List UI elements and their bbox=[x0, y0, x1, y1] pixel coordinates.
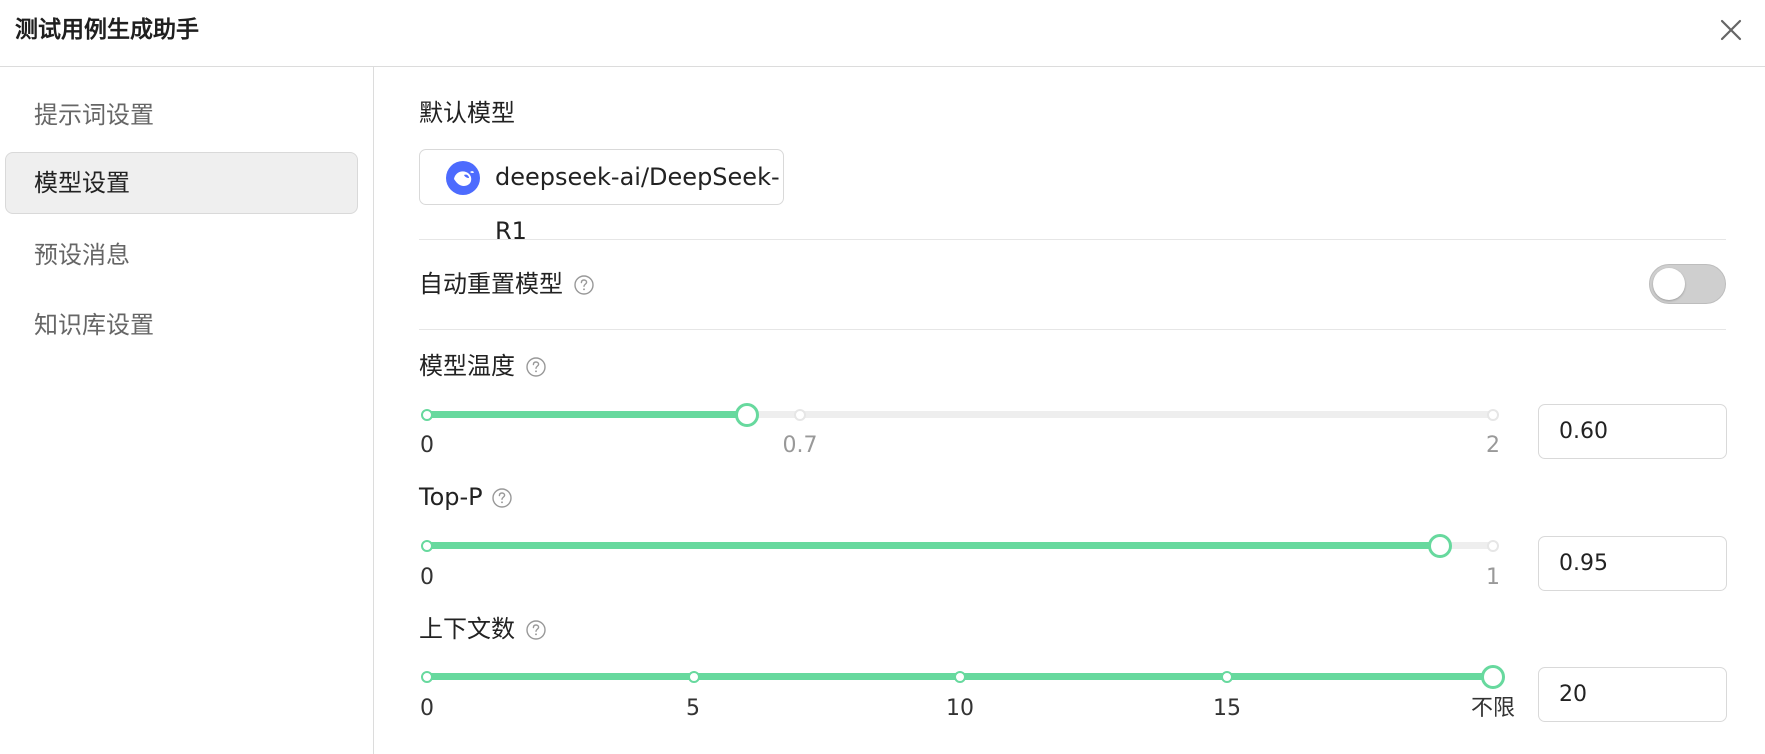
default-model-label: 默认模型 bbox=[419, 99, 515, 127]
deepseek-logo-icon bbox=[446, 161, 480, 195]
temperature-slider-handle[interactable] bbox=[734, 403, 759, 427]
slider-mark-dot bbox=[1220, 671, 1233, 683]
slider-mark-dot bbox=[1487, 540, 1499, 552]
auto-reset-label: 自动重置模型 bbox=[419, 270, 563, 298]
slider-mark-dot bbox=[421, 409, 433, 421]
slider-mark-label: 10 bbox=[946, 696, 974, 721]
close-icon[interactable] bbox=[1714, 13, 1748, 47]
model-name: deepseek-ai/DeepSeek-R1 bbox=[495, 163, 780, 245]
slider-mark-label: 2 bbox=[1486, 433, 1500, 458]
sidebar-item-prompt-settings[interactable]: 提示词设置 bbox=[5, 84, 358, 146]
sidebar-item-label: 模型设置 bbox=[34, 169, 130, 197]
context-count-slider[interactable] bbox=[421, 662, 1505, 692]
divider bbox=[419, 329, 1726, 330]
context-count-input[interactable] bbox=[1538, 667, 1727, 722]
slider-mark-dot bbox=[794, 409, 807, 421]
help-icon[interactable] bbox=[573, 274, 595, 296]
auto-reset-toggle[interactable] bbox=[1649, 264, 1726, 304]
slider-mark-label: 0 bbox=[420, 696, 434, 721]
slider-track bbox=[427, 542, 1440, 549]
slider-mark-label: 0.7 bbox=[782, 433, 818, 458]
top-p-input[interactable] bbox=[1538, 536, 1727, 591]
model-settings-panel: 默认模型 deepseek-ai/DeepSeek-R1 自动重置模型 模型温度… bbox=[375, 67, 1765, 754]
slider-mark-label: 不限 bbox=[1470, 696, 1516, 721]
slider-mark-dot bbox=[1487, 409, 1499, 421]
help-icon[interactable] bbox=[525, 356, 547, 378]
sidebar-item-model-settings[interactable]: 模型设置 bbox=[5, 152, 358, 214]
help-icon[interactable] bbox=[491, 487, 513, 509]
context-count-slider-handle[interactable] bbox=[1481, 665, 1505, 689]
slider-mark-dot bbox=[421, 671, 433, 683]
help-icon[interactable] bbox=[525, 619, 547, 641]
top-p-slider-handle[interactable] bbox=[1427, 534, 1452, 558]
temperature-slider[interactable] bbox=[421, 400, 1499, 430]
slider-mark-label: 15 bbox=[1213, 696, 1241, 721]
temperature-label: 模型温度 bbox=[419, 352, 515, 380]
slider-mark-label: 1 bbox=[1486, 565, 1500, 590]
sidebar-item-label: 知识库设置 bbox=[34, 311, 154, 339]
settings-dialog: 测试用例生成助手 提示词设置 模型设置 预设消息 知识库设置 默认模型 deep… bbox=[0, 0, 1765, 754]
divider bbox=[419, 239, 1726, 240]
slider-mark-dot bbox=[954, 671, 966, 683]
sidebar-item-knowledge-settings[interactable]: 知识库设置 bbox=[5, 294, 358, 356]
toggle-knob bbox=[1653, 268, 1685, 300]
dialog-title: 测试用例生成助手 bbox=[15, 17, 199, 43]
dialog-header: 测试用例生成助手 bbox=[0, 0, 1765, 67]
slider-mark-label: 5 bbox=[686, 696, 700, 721]
context-count-label: 上下文数 bbox=[419, 615, 515, 643]
slider-mark-dot bbox=[687, 671, 700, 683]
sidebar-item-label: 预设消息 bbox=[34, 241, 130, 269]
sidebar-nav: 提示词设置 模型设置 预设消息 知识库设置 bbox=[0, 67, 374, 754]
sidebar-item-preset-messages[interactable]: 预设消息 bbox=[5, 224, 358, 286]
slider-mark-dot bbox=[421, 540, 433, 552]
slider-mark-label: 0 bbox=[420, 565, 434, 590]
slider-track bbox=[427, 411, 747, 418]
top-p-slider[interactable] bbox=[421, 531, 1499, 561]
sidebar-item-label: 提示词设置 bbox=[34, 101, 154, 129]
temperature-input[interactable] bbox=[1538, 404, 1727, 459]
slider-mark-label: 0 bbox=[420, 433, 434, 458]
top-p-label: Top-P bbox=[419, 483, 483, 511]
model-select-button[interactable]: deepseek-ai/DeepSeek-R1 bbox=[419, 149, 784, 245]
